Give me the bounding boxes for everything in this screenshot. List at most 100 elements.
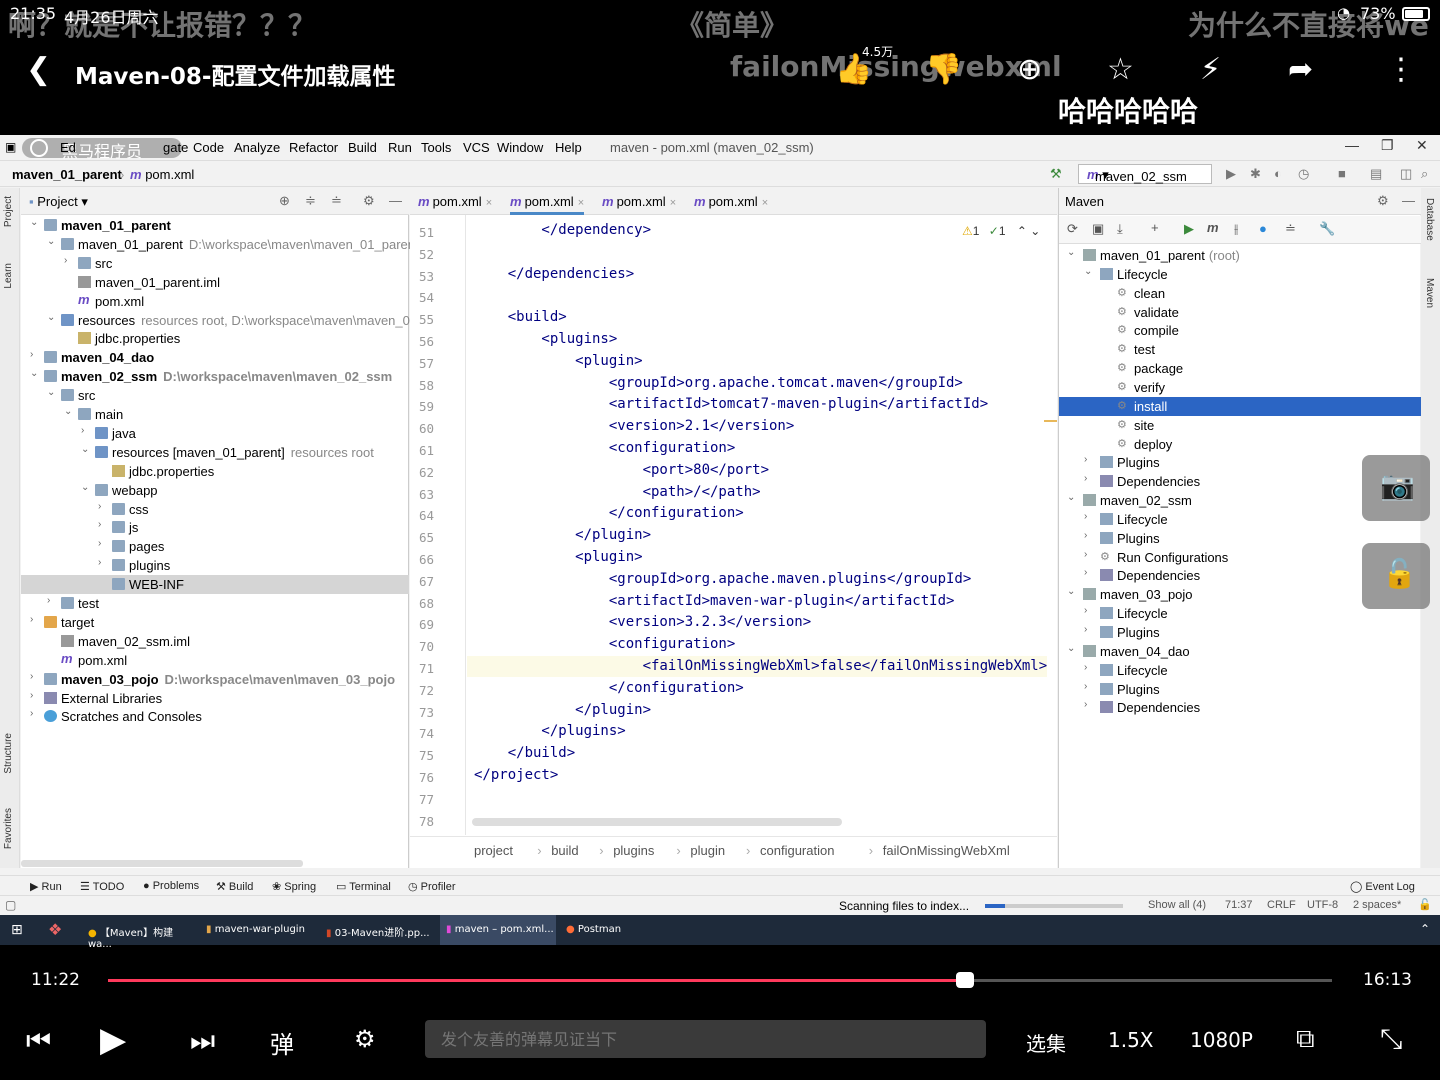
line-separator[interactable]: CRLF [1267, 899, 1296, 911]
maven-tree-item[interactable]: ⌄ Lifecycle [1059, 265, 1421, 284]
editor-breadcrumb[interactable]: failOnMissingWebXml [883, 843, 1010, 858]
project-tree-item[interactable]: WEB-INF [21, 575, 409, 595]
chevron-down-icon[interactable]: ⌄ [64, 406, 72, 417]
horizontal-scrollbar[interactable] [21, 860, 303, 867]
chevron-right-icon[interactable]: › [1084, 624, 1087, 635]
chevron-right-icon[interactable]: › [98, 501, 101, 512]
menu-code[interactable]: Code [193, 140, 224, 155]
chevron-down-icon[interactable]: ⌄ [1067, 643, 1075, 654]
project-tree-item[interactable]: › js [21, 518, 409, 537]
editor-breadcrumb[interactable]: plugin [690, 843, 725, 858]
maven-tree-item[interactable]: ⚙ clean [1059, 284, 1421, 303]
tab-pom-parent[interactable]: m pom.xml × [418, 194, 492, 209]
project-tree-item[interactable]: ⌄ maven_02_ssm D:\workspace\maven\maven_02… [21, 367, 409, 386]
danmaku-input[interactable] [425, 1020, 986, 1058]
code-line[interactable]: </build> [474, 745, 575, 761]
chevron-right-icon[interactable]: › [1084, 530, 1087, 541]
profile-icon[interactable]: ◷ [1298, 166, 1309, 182]
run-config-select[interactable]: m maven_02_ssm ▾ [1078, 164, 1212, 184]
horizontal-scrollbar[interactable] [472, 818, 842, 826]
windows-start-icon[interactable]: ⊞ [11, 922, 23, 938]
project-tree-item[interactable]: › Scratches and Consoles [21, 707, 409, 726]
project-structure-icon[interactable]: ▤ [1370, 166, 1382, 182]
locate-icon[interactable]: ⊕ [279, 193, 290, 209]
code-line[interactable]: <build> [474, 309, 567, 325]
code-line[interactable]: </configuration> [474, 680, 744, 696]
menu-refactor[interactable]: Refactor [289, 140, 338, 155]
project-tree-item[interactable]: › maven_04_dao [21, 348, 409, 367]
chevron-down-icon[interactable]: ⌄ [47, 387, 55, 398]
taskbar-item[interactable]: ● 【Maven】构建wa... [80, 915, 196, 950]
project-tree-item[interactable]: maven_01_parent.iml [21, 273, 409, 292]
breadcrumb-file[interactable]: m pom.xml [130, 167, 194, 182]
code-line[interactable]: <artifactId>maven-war-plugin</artifactId… [474, 593, 955, 609]
more-icon[interactable]: ⋮ [1386, 52, 1416, 87]
next-icon[interactable]: ⏭ [190, 1024, 215, 1058]
layout-toggle-icon[interactable]: ▢ [5, 898, 16, 912]
chevron-right-icon[interactable]: › [30, 614, 33, 625]
spring-tool-tab[interactable]: ❀ Spring [272, 880, 316, 893]
danmaku-settings-icon[interactable]: ⚙ [354, 1025, 376, 1053]
chevron-down-icon[interactable]: ⌄ [47, 312, 55, 323]
share-icon[interactable]: ➦ [1288, 52, 1313, 87]
previous-icon[interactable]: ⏮ [26, 1024, 51, 1058]
maven-tool-tab[interactable]: Maven [1424, 278, 1435, 308]
editor-breadcrumb[interactable]: plugins [613, 843, 654, 858]
taskbar-item-active[interactable]: ▮ maven – pom.xml... [440, 915, 556, 945]
problems-tool-tab[interactable]: ● Problems [143, 880, 199, 892]
expand-all-icon[interactable]: ≑ [305, 193, 316, 209]
chevron-right-icon[interactable]: › [1084, 699, 1087, 710]
editor-breadcrumb[interactable]: build [551, 843, 578, 858]
maven-tree-item[interactable]: ⚙ package [1059, 359, 1421, 378]
run-tool-tab[interactable]: ▶ Run [30, 880, 62, 893]
menu-navigate[interactable]: gate [163, 140, 188, 155]
maven-tree-item[interactable]: ⚙ install [1059, 396, 1421, 416]
project-tree-item[interactable]: ⌄ main [21, 405, 409, 424]
menu-window[interactable]: Window [497, 140, 543, 155]
chevron-down-icon[interactable]: ⌄ [81, 444, 89, 455]
code-line[interactable]: </configuration> [474, 505, 744, 521]
menu-help[interactable]: Help [555, 140, 582, 155]
chevron-right-icon[interactable]: › [81, 425, 84, 436]
code-line[interactable]: </project> [474, 767, 558, 783]
terminal-tool-tab[interactable]: ▭ Terminal [336, 880, 391, 893]
code-line[interactable]: </plugins> [474, 723, 625, 739]
run-icon[interactable]: ▶ [1184, 221, 1194, 237]
quality-button[interactable]: 1080P [1190, 1028, 1253, 1052]
code-line[interactable]: <path>/</path> [474, 484, 761, 500]
menu-tools[interactable]: Tools [421, 140, 451, 155]
structure-tool-tab[interactable]: Structure [3, 733, 14, 774]
code-line[interactable]: <version>3.2.3</version> [474, 614, 811, 630]
coin-icon[interactable]: ⊕ [1017, 52, 1042, 87]
restore-icon[interactable]: ❐ [1381, 137, 1394, 154]
project-tree-item[interactable]: m pom.xml [21, 651, 409, 670]
todo-tool-tab[interactable]: ☰ TODO [80, 880, 124, 893]
exit-fullscreen-icon[interactable]: ⤡ [1380, 1022, 1402, 1056]
project-tree-item[interactable]: ⌄ src [21, 386, 409, 405]
danmaku-toggle-icon[interactable]: 弹 [270, 1025, 294, 1060]
chevron-down-icon[interactable]: ⌄ [1067, 492, 1075, 503]
chevron-down-icon[interactable]: ⌄ [1067, 247, 1075, 258]
screen-lock-button[interactable]: 🔓 [1362, 543, 1430, 609]
maven-tree-item[interactable]: ⚙ deploy [1059, 435, 1421, 454]
chevron-down-icon[interactable]: ⌄ [47, 236, 55, 247]
chevron-right-icon[interactable]: › [30, 708, 33, 719]
maven-tree-item[interactable]: › Plugins [1059, 680, 1421, 699]
code-line[interactable]: <failOnMissingWebXml>false</failOnMissin… [474, 658, 1048, 674]
code-line[interactable]: <plugin> [474, 549, 642, 565]
project-tree-item[interactable]: › java [21, 424, 409, 443]
taskbar-item[interactable]: ● Postman [560, 915, 676, 945]
chevron-right-icon[interactable]: › [1084, 681, 1087, 692]
speed-button[interactable]: 1.5X [1108, 1028, 1154, 1052]
tab-pom-dao[interactable]: m pom.xml × [694, 194, 768, 209]
menu-run[interactable]: Run [388, 140, 412, 155]
project-tree-item[interactable]: › css [21, 500, 409, 519]
maven-goal-icon[interactable]: m [1207, 220, 1219, 235]
code-line[interactable]: <configuration> [474, 440, 735, 456]
screenshot-button[interactable]: 📷 [1362, 455, 1430, 521]
search-icon[interactable]: ⌕ [1421, 166, 1428, 182]
menu-analyze[interactable]: Analyze [234, 140, 280, 155]
code-line[interactable]: <plugin> [474, 353, 642, 369]
chevron-right-icon[interactable]: › [98, 538, 101, 549]
taskbar-item[interactable]: ▮ 03-Maven进阶.pp... [320, 915, 436, 945]
